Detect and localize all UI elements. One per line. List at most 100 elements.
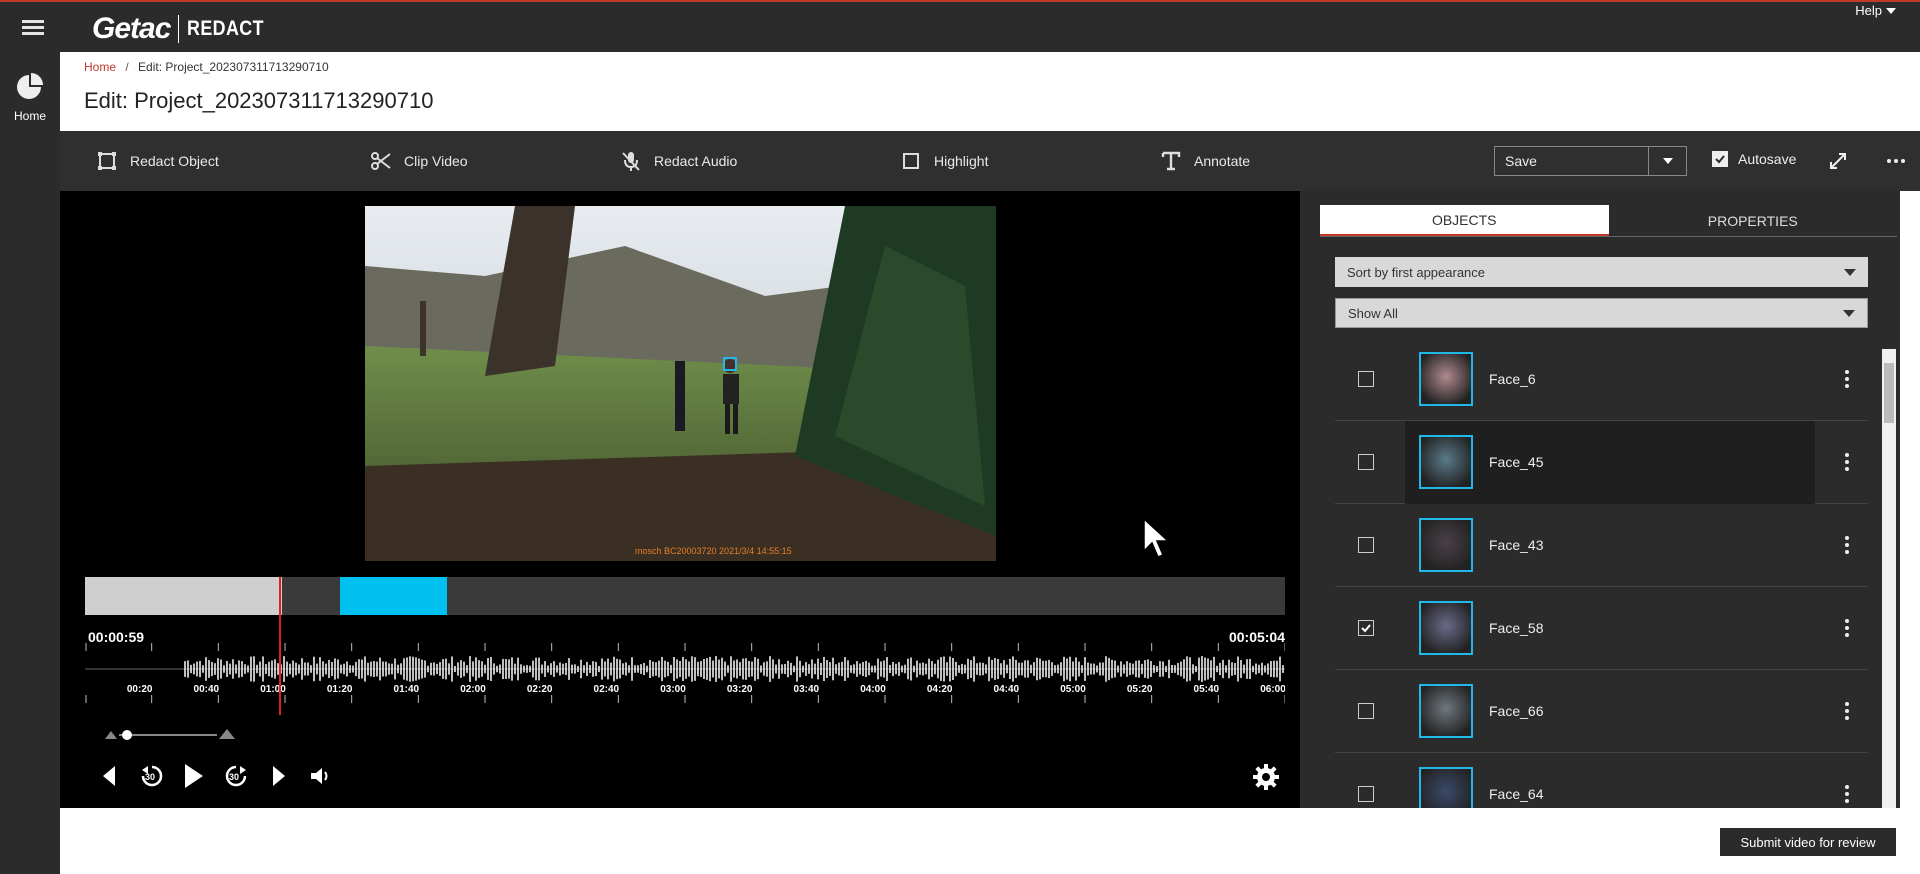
save-button[interactable]: Save — [1494, 146, 1649, 176]
chevron-down-icon — [1843, 309, 1855, 317]
more-vertical-icon[interactable] — [1845, 370, 1849, 388]
autosave-label: Autosave — [1738, 151, 1797, 167]
ruler-label: 02:00 — [460, 684, 486, 695]
brand-divider — [178, 15, 180, 43]
highlight-label: Highlight — [934, 153, 989, 169]
redact-object-button[interactable]: Redact Object — [96, 131, 219, 191]
save-group: Save — [1494, 146, 1687, 176]
help-menu[interactable]: Help — [1855, 3, 1896, 18]
autosave-toggle[interactable]: Autosave — [1712, 151, 1796, 167]
scrollbar-thumb[interactable] — [1884, 363, 1894, 423]
save-options-dropdown[interactable] — [1649, 146, 1687, 176]
ruler-label: 04:40 — [994, 684, 1020, 695]
svg-text:30: 30 — [145, 772, 155, 782]
object-label: Face_66 — [1489, 703, 1544, 719]
tab-objects[interactable]: OBJECTS — [1320, 205, 1609, 236]
timeline-gap — [282, 577, 340, 615]
object-row[interactable]: Face_66 — [1335, 670, 1868, 753]
sort-select[interactable]: Sort by first appearance — [1335, 257, 1868, 287]
ruler-label: 04:20 — [927, 684, 953, 695]
timeline-zoom-slider[interactable] — [105, 727, 235, 743]
ruler-label: 04:00 — [860, 684, 886, 695]
face-thumbnail — [1419, 435, 1473, 489]
object-checkbox[interactable] — [1358, 620, 1374, 636]
object-checkbox[interactable] — [1358, 537, 1374, 553]
audio-waveform-ruler[interactable]: 00:20 00:40 01:00 01:20 01:40 02:00 02:20 02:40… — [85, 643, 1285, 713]
rewind-30-icon: 30 — [141, 765, 163, 787]
ruler-label: 00:40 — [194, 684, 220, 695]
playhead[interactable] — [279, 577, 281, 715]
object-label: Face_45 — [1489, 454, 1544, 470]
object-row[interactable]: Face_58 — [1335, 587, 1868, 670]
submit-video-button[interactable]: Submit video for review — [1720, 828, 1896, 856]
clip-video-button[interactable]: Clip Video — [370, 131, 468, 191]
ruler-label: 05:20 — [1127, 684, 1153, 695]
more-vertical-icon[interactable] — [1845, 536, 1849, 554]
volume-icon — [311, 768, 328, 784]
forward-30-button[interactable]: 30 — [224, 764, 248, 788]
clip-timeline[interactable] — [85, 577, 1285, 615]
annotate-button[interactable]: Annotate — [1160, 131, 1250, 191]
object-list: Face_6 Face_45 Face_43 Face_58 Face_66 Face_6… — [1335, 349, 1868, 808]
brand-logo: Getac — [92, 12, 171, 45]
ruler-label: 02:20 — [527, 684, 553, 695]
filter-select-value: Show All — [1348, 305, 1398, 321]
highlight-button[interactable]: Highlight — [900, 131, 988, 191]
gear-icon[interactable] — [1252, 763, 1280, 791]
panel-tabs: OBJECTS PROPERTIES — [1320, 205, 1897, 237]
page-title: Edit: Project_202307311713290710 — [84, 88, 434, 113]
tab-properties[interactable]: PROPERTIES — [1609, 205, 1898, 236]
object-checkbox[interactable] — [1358, 371, 1374, 387]
video-player[interactable]: mosch BC20003720 2021/3/4 14:55:15 — [365, 206, 996, 561]
more-vertical-icon[interactable] — [1845, 702, 1849, 720]
editor-toolbar: Redact Object Clip Video Redact Audio Hi… — [60, 131, 1920, 191]
expand-icon[interactable] — [1828, 151, 1848, 171]
object-checkbox[interactable] — [1358, 703, 1374, 719]
timeline-clip-segment[interactable] — [340, 577, 447, 615]
ruler-label: 02:40 — [594, 684, 620, 695]
clip-video-label: Clip Video — [404, 153, 468, 169]
previous-frame-button[interactable] — [98, 764, 122, 788]
object-checkbox[interactable] — [1358, 454, 1374, 470]
face-thumbnail — [1419, 518, 1473, 572]
ruler-label: 03:00 — [660, 684, 686, 695]
more-vertical-icon[interactable] — [1845, 785, 1849, 803]
play-button[interactable] — [182, 764, 206, 788]
breadcrumb: Home / Edit: Project_202307311713290710 — [84, 60, 329, 74]
autosave-checkbox[interactable] — [1712, 151, 1728, 167]
object-list-scrollbar[interactable] — [1882, 349, 1896, 808]
nav-home[interactable]: Home — [0, 72, 60, 123]
ruler-label: 03:20 — [727, 684, 753, 695]
square-icon — [903, 153, 919, 169]
left-nav: Home — [0, 52, 60, 874]
object-label: Face_58 — [1489, 620, 1544, 636]
object-row[interactable]: Face_64 — [1335, 753, 1868, 808]
filter-select[interactable]: Show All — [1335, 298, 1868, 328]
object-checkbox[interactable] — [1358, 786, 1374, 802]
mic-off-icon — [622, 152, 640, 171]
more-options-icon[interactable] — [1886, 151, 1906, 171]
ruler-label: 05:00 — [1060, 684, 1086, 695]
hamburger-menu-icon[interactable] — [22, 20, 44, 36]
breadcrumb-separator: / — [125, 60, 129, 74]
more-vertical-icon[interactable] — [1845, 453, 1849, 471]
chevron-down-icon — [1886, 7, 1896, 14]
object-row[interactable]: Face_43 — [1335, 504, 1868, 587]
breadcrumb-home[interactable]: Home — [84, 60, 116, 74]
redact-audio-button[interactable]: Redact Audio — [620, 131, 737, 191]
objects-panel: OBJECTS PROPERTIES Sort by first appeara… — [1300, 191, 1900, 808]
next-frame-button[interactable] — [266, 764, 290, 788]
ruler-label: 00:20 — [127, 684, 153, 695]
help-label: Help — [1855, 3, 1882, 18]
redact-audio-label: Redact Audio — [654, 153, 738, 169]
object-row[interactable]: Face_45 — [1335, 421, 1868, 504]
caret-left-icon — [103, 766, 115, 786]
rewind-30-button[interactable]: 30 — [140, 764, 164, 788]
more-vertical-icon[interactable] — [1845, 619, 1849, 637]
face-thumbnail — [1419, 601, 1473, 655]
volume-button[interactable] — [308, 764, 332, 788]
ruler-label: 06:00 — [1260, 684, 1285, 695]
mouse-cursor-icon — [1143, 517, 1170, 558]
object-row[interactable]: Face_6 — [1335, 349, 1868, 421]
redact-object-label: Redact Object — [130, 153, 219, 169]
